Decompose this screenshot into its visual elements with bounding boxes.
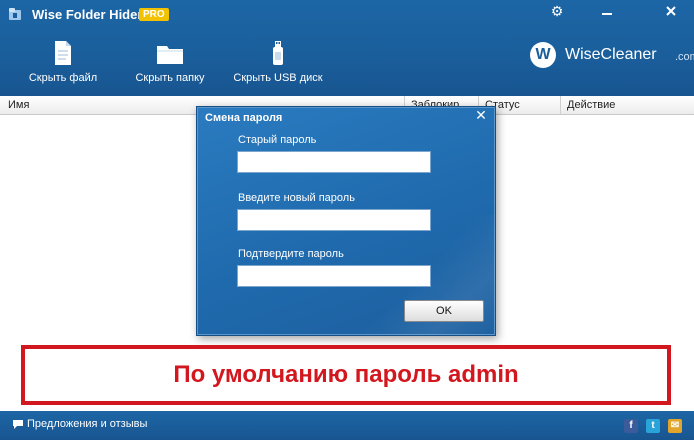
hide-folder-button[interactable]: Скрыть папку	[132, 40, 208, 90]
confirm-password-input[interactable]	[237, 265, 431, 287]
brand-domain: .com	[675, 51, 694, 63]
dialog-close-icon: ✕	[475, 108, 487, 124]
title-bar: Wise Folder Hider PRO ⚙	[0, 0, 694, 28]
hide-usb-label: Скрыть USB диск	[233, 72, 323, 84]
hide-usb-button[interactable]: Скрыть USB диск	[232, 40, 324, 90]
pro-badge: PRO	[139, 8, 169, 21]
minimize-icon	[602, 13, 612, 15]
hide-folder-label: Скрыть папку	[135, 72, 205, 84]
close-button[interactable]	[660, 2, 682, 22]
new-password-input[interactable]	[237, 209, 431, 231]
settings-button[interactable]: ⚙	[546, 2, 568, 22]
header: Wise Folder Hider PRO ⚙ Скрыть файл Скры…	[0, 0, 694, 96]
brand-mark: W	[530, 42, 556, 68]
usb-icon	[273, 41, 283, 65]
hide-file-label: Скрыть файл	[28, 72, 98, 84]
change-password-dialog: Смена пароля ✕ Старый пароль Введите нов…	[196, 106, 496, 336]
new-password-label: Введите новый пароль	[238, 192, 355, 204]
footer: Предложения и отзывы f t ✉	[0, 411, 694, 440]
close-icon	[666, 6, 676, 16]
brand-name: WiseCleaner	[565, 46, 657, 63]
twitter-icon[interactable]: t	[646, 419, 660, 433]
dialog-title: Смена пароля	[205, 112, 283, 124]
old-password-input[interactable]	[237, 151, 431, 173]
app-logo-icon	[9, 8, 21, 20]
file-icon	[55, 41, 71, 65]
column-action[interactable]: Действие	[560, 96, 687, 114]
dialog-close-button[interactable]: ✕	[473, 108, 489, 124]
hide-file-button[interactable]: Скрыть файл	[26, 40, 100, 90]
facebook-icon[interactable]: f	[624, 419, 638, 433]
feedback-label: Предложения и отзывы	[27, 418, 148, 430]
default-password-note: По умолчанию пароль admin	[21, 345, 671, 405]
app-title: Wise Folder Hider	[32, 7, 143, 22]
minimize-button[interactable]	[596, 2, 618, 22]
settings-icon: ⚙	[550, 4, 564, 20]
ok-button[interactable]: OK	[404, 300, 484, 322]
note-text: По умолчанию пароль admin	[173, 361, 519, 388]
email-icon[interactable]: ✉	[668, 419, 682, 433]
folder-icon	[157, 46, 183, 64]
feedback-link[interactable]: Предложения и отзывы	[12, 418, 147, 430]
chat-icon	[13, 419, 23, 429]
app-window: Wise Folder Hider PRO ⚙ Скрыть файл Скры…	[0, 0, 694, 440]
confirm-password-label: Подтвердите пароль	[238, 248, 344, 260]
old-password-label: Старый пароль	[238, 134, 317, 146]
